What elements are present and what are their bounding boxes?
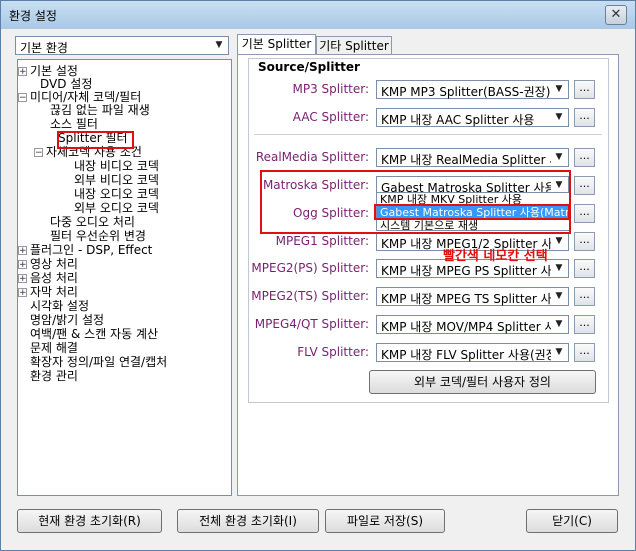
splitter-label: MP3 Splitter: <box>292 82 370 96</box>
save-to-file-button[interactable]: 파일로 저장(S) <box>325 509 445 533</box>
tree-item[interactable]: 확장자 정의/파일 연결/캡처 <box>30 355 167 369</box>
chevron-down-icon: ▼ <box>555 84 563 94</box>
splitter-label: MPEG4/QT Splitter: <box>254 317 369 331</box>
separator <box>254 134 602 135</box>
annotation-box-tree <box>57 131 134 149</box>
chevron-down-icon: ▼ <box>555 319 563 329</box>
tree-item[interactable]: 자막 처리 <box>30 285 78 299</box>
chevron-down-icon: ▼ <box>555 263 563 273</box>
splitter-combo-value: KMP MP3 Splitter(BASS-권장) <box>381 85 551 99</box>
annotation-text: 빨간색 네모칸 선택 <box>443 249 548 264</box>
tree-item[interactable]: 명암/밝기 설정 <box>30 313 104 327</box>
tree-item[interactable]: 다중 오디오 처리 <box>50 215 135 229</box>
splitter-combo-value: KMP 내장 MPEG PS Splitter 사용 <box>381 264 551 278</box>
chevron-down-icon: ▼ <box>555 347 563 357</box>
splitter-options-button[interactable]: ... <box>574 176 595 195</box>
tree-item[interactable]: 기본 설정 <box>30 64 78 78</box>
tree-item[interactable]: 외부 오디오 코덱 <box>74 201 159 215</box>
splitter-label: MPEG2(PS) Splitter: <box>251 261 369 275</box>
tree-item[interactable]: 내장 오디오 코덱 <box>74 187 159 201</box>
close-window-button[interactable]: ✕ <box>605 5 627 25</box>
tree-item[interactable]: 미디어/자체 코덱/필터 <box>30 90 141 104</box>
annotation-box-matroska <box>260 170 571 234</box>
splitter-combo[interactable]: KMP MP3 Splitter(BASS-권장) ▼ <box>376 80 569 99</box>
tree-expander-icon[interactable]: + <box>18 288 27 298</box>
splitter-options-button[interactable]: ... <box>574 343 595 362</box>
splitter-label: AAC Splitter: <box>292 110 369 124</box>
custom-filter-button[interactable]: 외부 코덱/필터 사용자 정의 <box>369 370 596 394</box>
tree-expander-icon[interactable]: − <box>34 148 43 158</box>
chevron-down-icon: ▼ <box>555 291 563 301</box>
splitter-options-button[interactable]: ... <box>574 287 595 306</box>
splitter-options-button[interactable]: ... <box>574 108 595 127</box>
reset-current-button[interactable]: 현재 환경 초기화(R) <box>17 509 162 533</box>
splitter-options-button[interactable]: ... <box>574 259 595 278</box>
splitter-options-button[interactable]: ... <box>574 315 595 334</box>
group-title: Source/Splitter <box>256 60 362 74</box>
splitter-combo[interactable]: KMP 내장 MOV/MP4 Splitter 사용 ▼ <box>376 315 569 334</box>
tree-item[interactable]: 외부 비디오 코덱 <box>74 173 159 187</box>
settings-tree[interactable]: 기본 설정 + DVD 설정 미디어/자체 코덱/필터 − 끊김 없는 파일 재생 소스 필… <box>17 59 232 496</box>
tree-item[interactable]: 소스 필터 <box>50 117 98 131</box>
tree-item[interactable]: 시각화 설정 <box>30 299 89 313</box>
tree-item[interactable]: 내장 비디오 코덱 <box>74 159 159 173</box>
chevron-down-icon: ▼ <box>555 152 563 162</box>
tree-expander-icon[interactable]: + <box>18 274 27 284</box>
chevron-down-icon: ▼ <box>555 112 563 122</box>
splitter-options-button[interactable]: ... <box>574 204 595 223</box>
tree-item[interactable]: 끊김 없는 파일 재생 <box>50 103 150 117</box>
tree-item[interactable]: 음성 처리 <box>30 271 78 285</box>
tab-basic-splitter[interactable]: 기본 Splitter <box>237 34 316 56</box>
tree-item[interactable]: 필터 우선순위 변경 <box>50 229 146 243</box>
tree-expander-icon[interactable]: + <box>18 67 27 77</box>
splitter-options-button[interactable]: ... <box>574 232 595 251</box>
tree-item[interactable]: 환경 관리 <box>30 369 78 383</box>
splitter-options-button[interactable]: ... <box>574 80 595 99</box>
tree-item[interactable]: DVD 설정 <box>40 77 92 91</box>
splitter-combo-value: KMP 내장 FLV Splitter 사용(권장) <box>381 348 551 362</box>
splitter-combo-value: KMP 내장 AAC Splitter 사용 <box>381 113 535 127</box>
category-combo[interactable]: 기본 환경 ▼ <box>15 36 229 55</box>
splitter-combo-value: KMP 내장 RealMedia Splitter 사용 <box>381 153 551 167</box>
category-combo-value: 기본 환경 <box>20 41 68 55</box>
tree-item[interactable]: 문제 해결 <box>30 341 78 355</box>
splitter-label: MPEG2(TS) Splitter: <box>251 289 369 303</box>
tree-expander-icon[interactable]: + <box>18 260 27 270</box>
annotation-box-option <box>374 204 570 220</box>
reset-all-button[interactable]: 전체 환경 초기화(I) <box>177 509 319 533</box>
chevron-down-icon: ▼ <box>215 40 223 50</box>
splitter-combo[interactable]: KMP 내장 RealMedia Splitter 사용 ▼ <box>376 148 569 167</box>
splitter-combo[interactable]: KMP 내장 FLV Splitter 사용(권장) ▼ <box>376 343 569 362</box>
title-bar[interactable]: 환경 설정 ✕ <box>1 1 635 29</box>
tree-expander-icon[interactable]: − <box>18 93 27 103</box>
tab-other-splitter[interactable]: 기타 Splitter <box>316 36 392 56</box>
splitter-combo[interactable]: KMP 내장 MPEG TS Splitter 사용 ▼ <box>376 287 569 306</box>
splitter-combo-value: KMP 내장 MOV/MP4 Splitter 사용 <box>381 320 551 334</box>
close-button[interactable]: 닫기(C) <box>526 509 618 533</box>
tree-expander-icon[interactable]: + <box>18 246 27 256</box>
splitter-label: FLV Splitter: <box>297 345 369 359</box>
splitter-combo[interactable]: KMP 내장 AAC Splitter 사용 ▼ <box>376 108 569 127</box>
splitter-label: RealMedia Splitter: <box>255 150 369 164</box>
tree-item[interactable]: 플러그인 - DSP, Effect <box>30 243 152 257</box>
splitter-combo-value: KMP 내장 MPEG TS Splitter 사용 <box>381 292 551 306</box>
tree-item[interactable]: 여백/팬 & 스캔 자동 계산 <box>30 327 158 341</box>
splitter-label: MPEG1 Splitter: <box>275 234 369 248</box>
window-title: 환경 설정 <box>9 9 57 23</box>
splitter-options-button[interactable]: ... <box>574 148 595 167</box>
tree-item[interactable]: 영상 처리 <box>30 257 78 271</box>
chevron-down-icon: ▼ <box>555 236 563 246</box>
